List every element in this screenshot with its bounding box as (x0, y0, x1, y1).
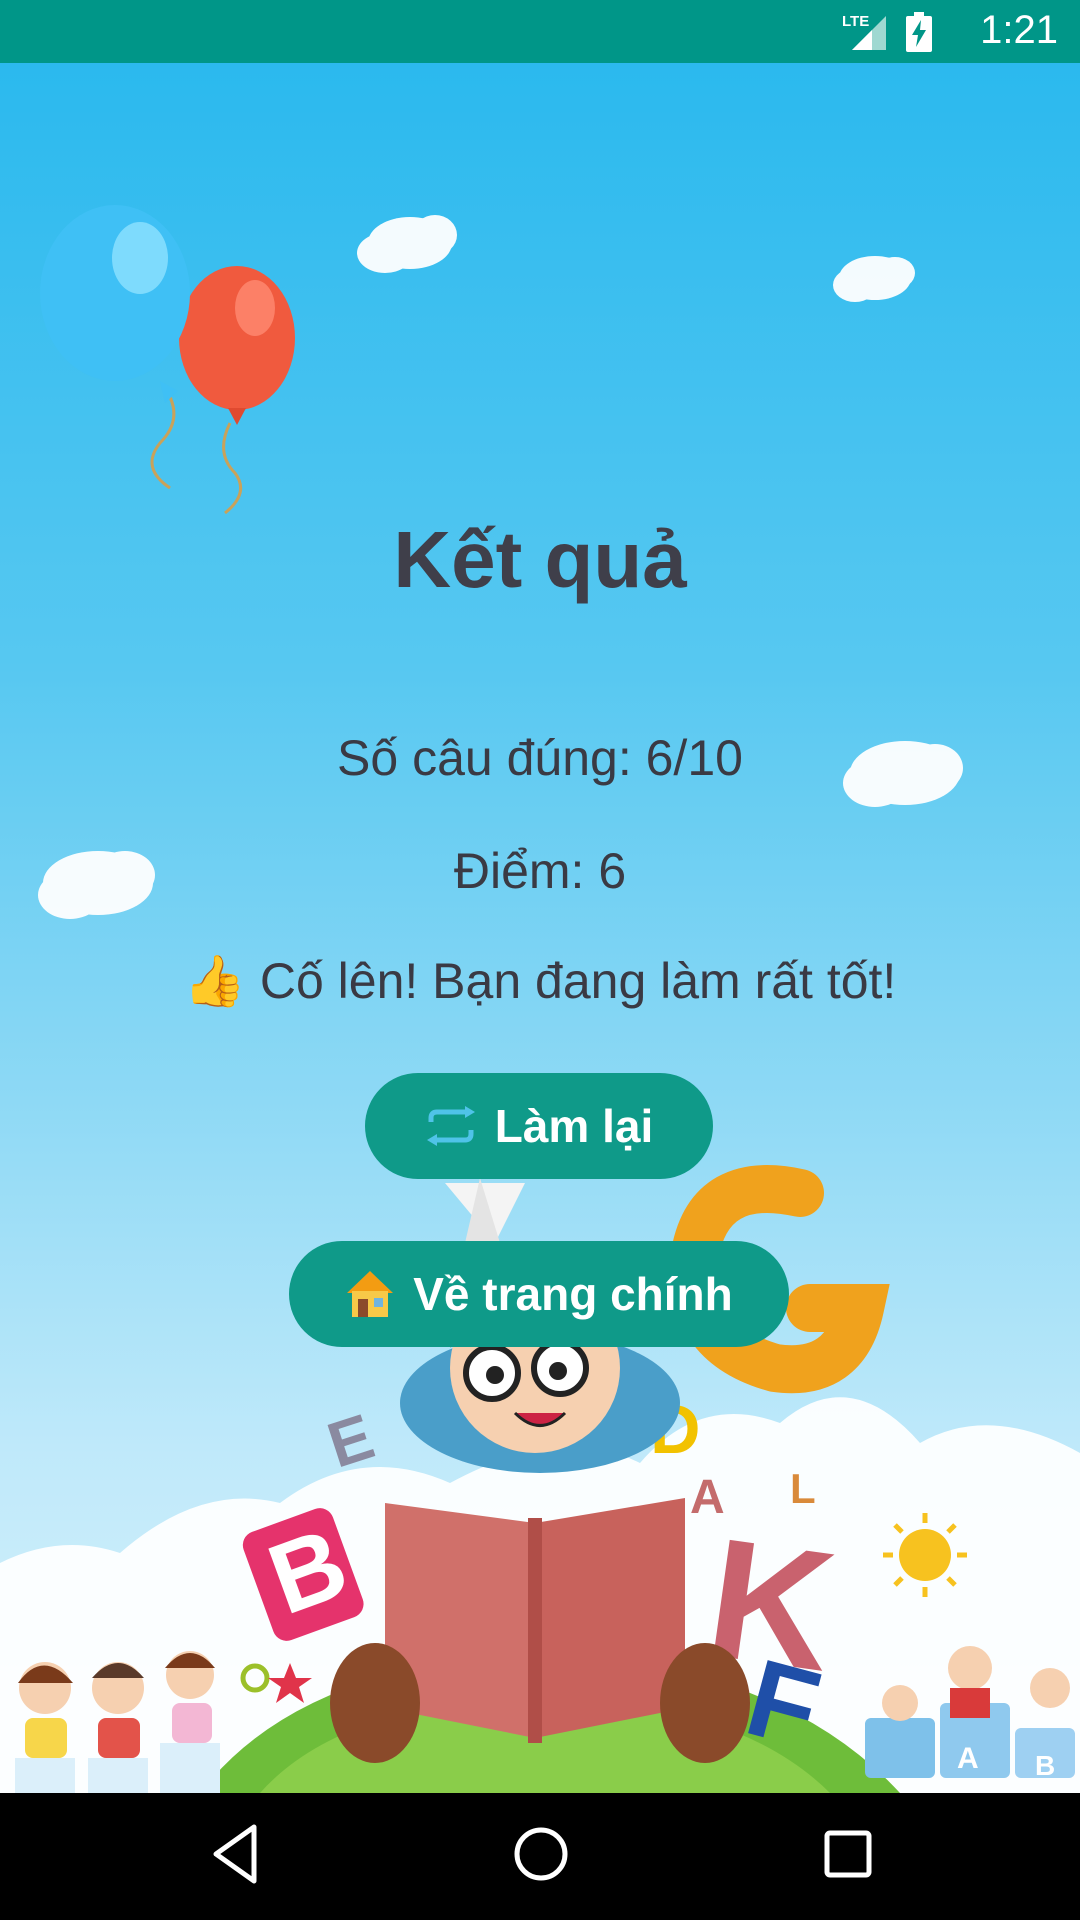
svg-text:E: E (319, 1400, 382, 1482)
correct-answers-text: Số câu đúng: 6/10 (337, 730, 743, 786)
recents-icon[interactable] (820, 1823, 876, 1885)
result-title: Kết quả (393, 515, 687, 604)
home-circle-icon[interactable] (510, 1823, 572, 1885)
result-screen: B E A L K F D A B Kết quả Số câu đúng: 6… (0, 63, 1080, 1793)
clock: 1:21 (980, 8, 1058, 52)
repeat-icon (426, 1106, 475, 1146)
navigation-bar (0, 1793, 1080, 1920)
lte-signal-icon: LTE (842, 13, 886, 50)
encouragement-message: 👍 Cố lên! Bạn đang làm rất tốt! (0, 951, 1080, 1011)
status-bar: LTE 1:21 (0, 0, 1080, 63)
home-label: Về trang chính (413, 1268, 733, 1320)
retry-label: Làm lại (494, 1100, 654, 1152)
balloons-icon (40, 205, 295, 515)
retry-button[interactable]: Làm lại (365, 1073, 713, 1179)
thumbs-up-icon: 👍 (183, 953, 246, 1009)
background-illustration: B E A L K F D A B (0, 205, 1080, 1793)
svg-text:LTE: LTE (842, 13, 869, 30)
svg-text:A: A (690, 1471, 725, 1524)
svg-text:L: L (790, 1465, 816, 1512)
back-icon[interactable] (210, 1823, 260, 1885)
score-text: Điểm: 6 (453, 843, 627, 899)
house-icon (347, 1271, 394, 1317)
svg-text:B: B (1035, 1750, 1055, 1781)
encouragement-text: Cố lên! Bạn đang làm rất tốt! (259, 953, 897, 1009)
battery-charging-icon (906, 12, 932, 52)
svg-text:A: A (957, 1742, 979, 1775)
cloud-icon (357, 215, 457, 273)
home-button[interactable]: Về trang chính (289, 1241, 789, 1347)
